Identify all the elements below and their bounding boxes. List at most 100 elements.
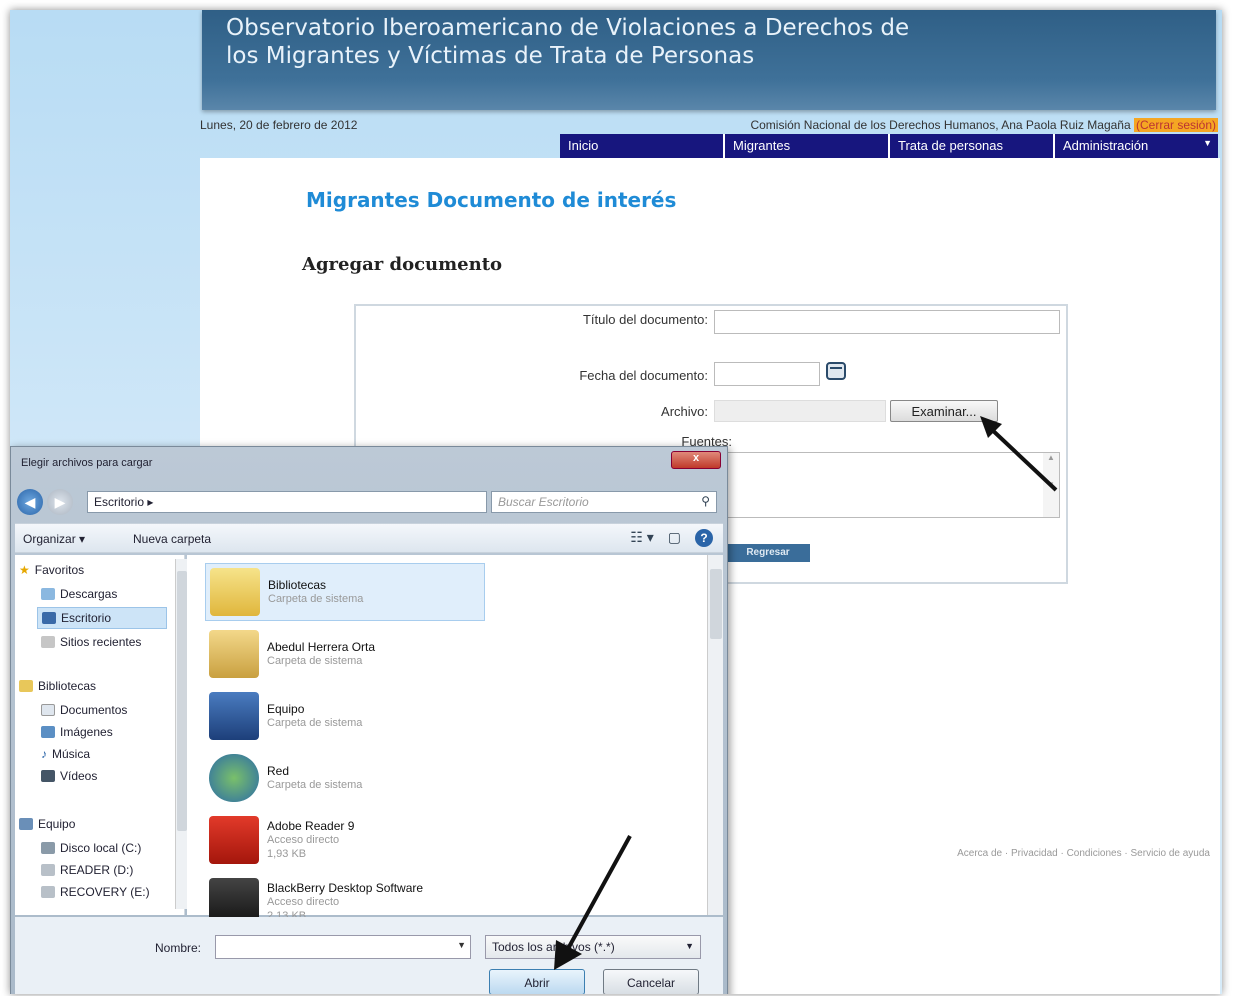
file-item-adobe[interactable]: Adobe Reader 9 Acceso directo 1,93 KB	[205, 811, 485, 869]
tree-imagenes-label: Imágenes	[60, 725, 113, 739]
site-title: Observatorio Iberoamericano de Violacion…	[226, 15, 910, 69]
tree-favoritos-label: Favoritos	[34, 563, 85, 577]
help-icon[interactable]: ?	[695, 529, 713, 547]
filename-label: Nombre:	[155, 941, 202, 955]
file-input[interactable]	[714, 400, 886, 422]
title-label: Título del documento:	[582, 312, 708, 327]
file-type: Carpeta de sistema	[267, 655, 363, 667]
tree-favoritos[interactable]: ★ Favoritos	[19, 563, 84, 577]
file-label: Archivo:	[661, 404, 708, 419]
search-input[interactable]: Buscar Escritorio ⚲	[491, 491, 717, 513]
nav-scrollbar[interactable]	[175, 559, 187, 909]
file-item-bibliotecas[interactable]: Bibliotecas Carpeta de sistema	[205, 563, 485, 621]
chevron-down-icon[interactable]: ▼	[457, 940, 466, 950]
tree-disco-label: Disco local (C:)	[60, 841, 142, 855]
view-options-icon[interactable]: ☷ ▾	[630, 529, 653, 547]
tree-recovery-label: RECOVERY (E:)	[60, 885, 150, 899]
tree-videos-label: Vídeos	[60, 769, 98, 783]
music-icon: ♪	[41, 747, 47, 761]
footer-links[interactable]: Acerca de · Privacidad · Condiciones · S…	[957, 848, 1210, 859]
tree-descargas-label: Descargas	[60, 587, 118, 601]
tree-documentos-label: Documentos	[60, 703, 128, 717]
close-button[interactable]: x	[671, 451, 721, 469]
info-bar: Lunes, 20 de febrero de 2012 Comisión Na…	[200, 114, 1220, 136]
address-text: Escritorio	[94, 495, 145, 509]
tree-sitios-recientes[interactable]: Sitios recientes	[41, 635, 141, 649]
file-type: Carpeta de sistema	[267, 779, 363, 791]
search-placeholder: Buscar Escritorio	[498, 495, 589, 509]
tree-imagenes[interactable]: Imágenes	[41, 725, 113, 739]
tree-equipo[interactable]: Equipo	[19, 817, 75, 831]
main-nav: Inicio Migrantes Trata de personas Admin…	[560, 134, 1218, 158]
file-type: Acceso directo	[267, 896, 340, 908]
tree-documentos[interactable]: Documentos	[41, 703, 127, 717]
nav-administracion-label: Administración	[1063, 138, 1149, 153]
file-type: Acceso directo	[267, 834, 340, 846]
address-bar: ◀ ▶ Escritorio ▸ Buscar Escritorio ⚲	[17, 489, 717, 517]
tree-reader[interactable]: READER (D:)	[41, 863, 133, 877]
adobe-reader-icon	[209, 816, 259, 864]
browse-button[interactable]: Examinar...	[890, 400, 998, 422]
back-button[interactable]: Regresar	[726, 544, 810, 562]
star-icon: ★	[19, 563, 30, 577]
nav-trata[interactable]: Trata de personas	[890, 134, 1055, 158]
site-banner: Observatorio Iberoamericano de Violacion…	[202, 10, 1216, 110]
section-title: Agregar documento	[302, 254, 503, 275]
textarea-scrollbar[interactable]: ▲ ▼	[1043, 453, 1059, 517]
navigation-pane: ★ Favoritos Descargas Escritorio Sitios …	[15, 555, 187, 915]
images-icon	[41, 726, 55, 738]
file-size: 1,93 KB	[267, 848, 307, 860]
tree-sitios-label: Sitios recientes	[60, 635, 142, 649]
address-field[interactable]: Escritorio ▸	[87, 491, 487, 513]
cancel-button[interactable]: Cancelar	[603, 969, 699, 994]
file-type-select[interactable]: Todos los archivos (*.*) ▼	[485, 935, 701, 959]
tree-disco-local[interactable]: Disco local (C:)	[41, 841, 141, 855]
tree-musica[interactable]: ♪ Música	[41, 747, 90, 761]
logout-link[interactable]: (Cerrar sesión)	[1133, 118, 1218, 132]
file-item-red[interactable]: Red Carpeta de sistema	[205, 749, 485, 807]
removable-drive-icon	[41, 886, 55, 898]
file-name: Equipo	[267, 702, 305, 716]
tree-escritorio-label: Escritorio	[61, 611, 112, 625]
tree-bibliotecas-label: Bibliotecas	[38, 679, 97, 693]
recent-places-icon	[41, 636, 55, 648]
dropdown-icon: ▼	[1203, 138, 1212, 148]
tree-equipo-label: Equipo	[38, 817, 76, 831]
search-icon[interactable]: ⚲	[701, 494, 710, 508]
file-item-user[interactable]: Abedul Herrera Orta Carpeta de sistema	[205, 625, 485, 683]
page-title: Migrantes Documento de interés	[306, 188, 677, 212]
calendar-icon[interactable]	[826, 362, 846, 380]
file-scrollbar[interactable]	[707, 555, 723, 915]
tree-videos[interactable]: Vídeos	[41, 769, 97, 783]
back-arrow-icon[interactable]: ◀	[17, 489, 43, 515]
documents-icon	[41, 704, 55, 716]
file-type-value: Todos los archivos (*.*)	[492, 940, 615, 954]
computer-icon	[19, 818, 33, 830]
downloads-folder-icon	[41, 588, 55, 600]
nav-migrantes[interactable]: Migrantes	[725, 134, 890, 158]
forward-arrow-icon[interactable]: ▶	[47, 489, 73, 515]
desktop-icon	[42, 612, 56, 624]
user-folder-icon	[209, 630, 259, 678]
dialog-footer: Nombre: ▼ Todos los archivos (*.*) ▼ Abr…	[15, 917, 723, 994]
network-icon	[209, 754, 259, 802]
computer-icon	[209, 692, 259, 740]
new-folder-button[interactable]: Nueva carpeta	[133, 532, 211, 546]
preview-pane-icon[interactable]: ▢	[668, 529, 681, 547]
file-scrollbar-thumb[interactable]	[710, 569, 722, 639]
tree-descargas[interactable]: Descargas	[41, 587, 117, 601]
tree-recovery[interactable]: RECOVERY (E:)	[41, 885, 150, 899]
tree-bibliotecas[interactable]: Bibliotecas	[19, 679, 96, 693]
organize-button[interactable]: Organizar ▾	[23, 532, 85, 546]
nav-administracion[interactable]: Administración ▼	[1055, 134, 1218, 158]
file-item-equipo[interactable]: Equipo Carpeta de sistema	[205, 687, 485, 745]
tree-escritorio[interactable]: Escritorio	[37, 607, 167, 629]
nav-scrollbar-thumb[interactable]	[177, 571, 187, 831]
file-name: Adobe Reader 9	[267, 819, 355, 833]
title-input[interactable]	[714, 310, 1060, 334]
sources-textarea[interactable]: ▲ ▼	[714, 452, 1060, 518]
open-button[interactable]: Abrir	[489, 969, 585, 994]
nav-inicio[interactable]: Inicio	[560, 134, 725, 158]
filename-input[interactable]: ▼	[215, 935, 471, 959]
date-input[interactable]	[714, 362, 820, 386]
